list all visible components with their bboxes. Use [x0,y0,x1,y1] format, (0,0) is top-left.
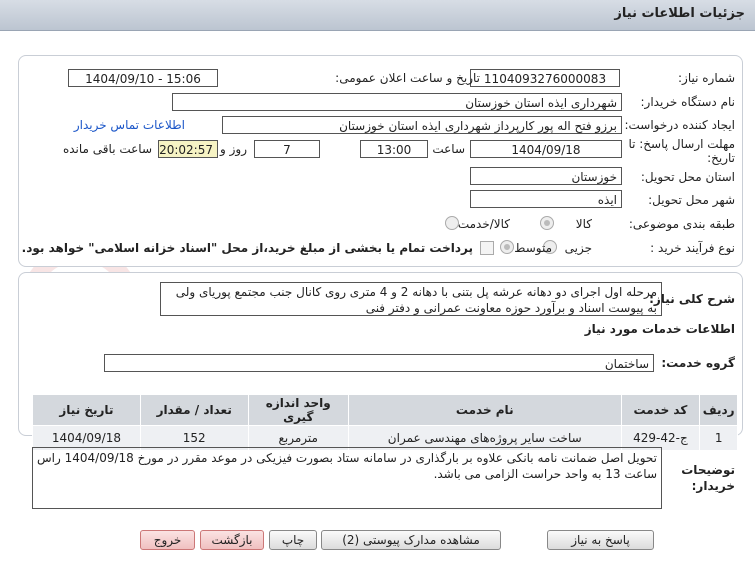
province-field: خوزستان [470,167,622,185]
deadline-label: مهلت ارسال پاسخ: تا [628,137,735,151]
notes-text: تحویل اصل ضمانت نامه بانکی علاوه بر بارگ… [32,447,662,509]
payment-note: پرداخت تمام یا بخشی از مبلغ خرید،از محل … [21,241,473,255]
creator-field: برزو فتح اله پور کارپرداز شهرداری ایذه ا… [222,116,622,134]
need-number-label: شماره نیاز: [678,71,735,85]
col-qty: تعداد / مقدار [139,394,249,426]
buyer-org-label: نام دستگاه خریدار: [640,95,736,109]
deadline-label-2: تاریخ: [707,151,735,165]
creator-label: ایجاد کننده درخواست: [624,118,735,132]
attachments-button[interactable]: مشاهده مدارک پیوستی (2) [321,530,501,550]
remaining-label: ساعت باقی مانده [62,142,152,156]
process-partial-label: جزیی [564,241,592,255]
process-medium-radio[interactable] [500,240,514,254]
page-title: جزئیات اطلاعات نیاز [614,6,745,21]
print-button[interactable]: چاپ [269,530,317,550]
days-label: روز و [220,142,247,156]
time-label: ساعت [432,142,465,156]
reply-button[interactable]: پاسخ به نیاز [547,530,654,550]
back-button[interactable]: بازگشت [200,530,264,550]
services-table-header: ردیف کد خدمت نام خدمت واحد اندازه گیری ت… [32,394,738,426]
services-section-title: اطلاعات خدمات مورد نیاز [584,322,735,336]
contact-link[interactable]: اطلاعات تماس خریدار [74,118,185,132]
process-label: نوع فرآیند خرید : [650,241,735,255]
category-goods-label: کالا [575,217,592,231]
need-number-field: 1104093276000083 [470,69,620,87]
category-goods-service-label: کالا/خدمت [457,217,510,231]
services-table: ردیف کد خدمت نام خدمت واحد اندازه گیری ت… [32,394,738,451]
city-field: ایذه [470,190,622,208]
col-code: کد خدمت [620,394,701,426]
col-name: نام خدمت [347,394,622,426]
deadline-date-field: 1404/09/18 [470,140,622,158]
col-date: تاریخ نیاز [32,394,141,426]
exit-button[interactable]: خروج [140,530,195,550]
category-label: طبقه بندی موضوعی: [628,217,735,231]
title-bar: جزئیات اطلاعات نیاز [0,0,755,31]
deadline-time-field: 13:00 [360,140,428,158]
buyer-org-field: شهرداری ایذه استان خوزستان [172,93,622,111]
process-medium-label: متوسط [514,241,552,255]
remaining-time-field: 20:02:57 [158,140,218,158]
service-group-field: ساختمان [104,354,654,372]
province-label: استان محل تحویل: [640,170,735,184]
notes-label: توضیحات [681,463,735,477]
announce-label: تاریخ و ساعت اعلان عمومی: [335,71,480,85]
col-unit: واحد اندازه گیری [247,394,349,426]
service-group-label: گروه خدمت: [661,356,735,370]
days-field: 7 [254,140,320,158]
col-row: ردیف [699,394,738,426]
notes-label-2: خریدار: [691,479,735,493]
cell-row: 1 [699,425,738,451]
treasury-checkbox[interactable] [480,241,494,255]
city-label: شهر محل تحویل: [648,193,735,207]
category-goods-radio[interactable] [540,216,554,230]
announce-field: 1404/09/10 - 15:06 [68,69,218,87]
category-goods-service-radio[interactable] [445,216,459,230]
description-text: مرحله اول اجرای دو دهانه عرشه پل بتنی با… [160,282,662,316]
